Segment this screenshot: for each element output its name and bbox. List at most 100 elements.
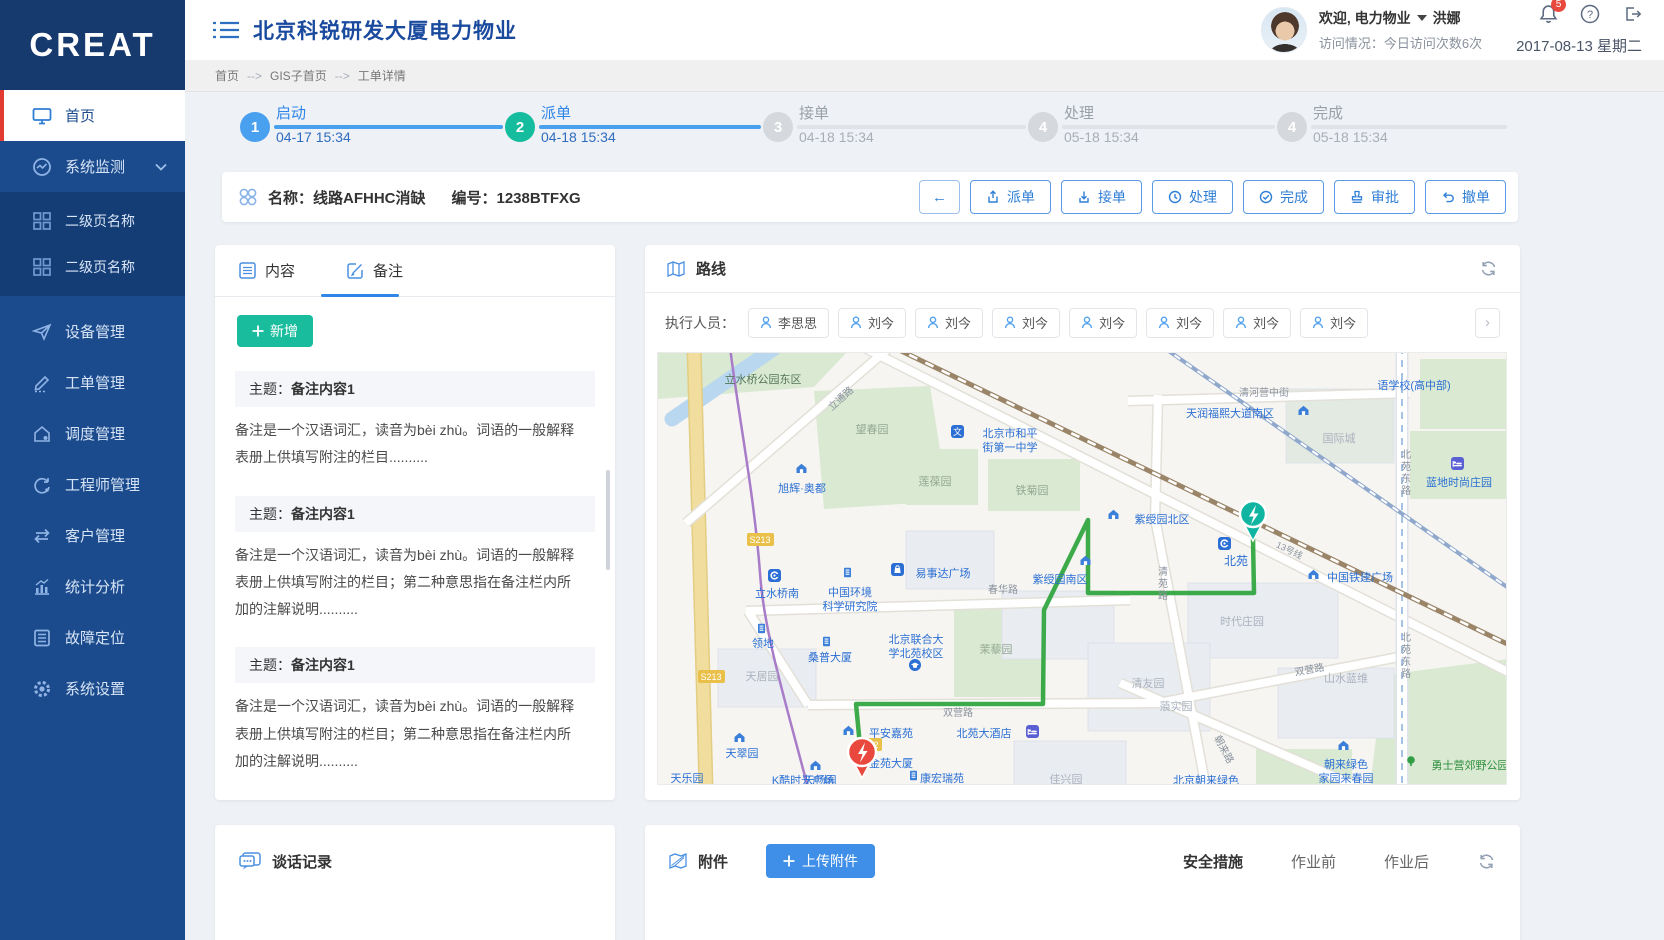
check-circle-icon — [1259, 190, 1273, 204]
executor-chip[interactable]: 刘今 — [1300, 308, 1368, 338]
executor-chip[interactable]: 刘今 — [1223, 308, 1291, 338]
executor-chip[interactable]: 刘今 — [915, 308, 983, 338]
breadcrumb-gis[interactable]: GIS子首页 — [270, 67, 327, 84]
more-executors-button[interactable]: › — [1475, 308, 1500, 338]
executor-chip[interactable]: 李思思 — [748, 308, 829, 338]
visit-info: 访问情况：今日访问次数6次 — [1319, 33, 1482, 52]
sidebar-item-dispatch[interactable]: 调度管理 — [0, 408, 185, 459]
breadcrumb-home[interactable]: 首页 — [215, 67, 239, 84]
breadcrumb: 首页 --> GIS子首页 --> 工单详情 — [185, 60, 1664, 92]
list-icon — [239, 262, 256, 279]
page-title: 北京科锐研发大厦电力物业 — [253, 15, 517, 45]
accept-button[interactable]: 接单 — [1061, 180, 1142, 214]
route-map[interactable]: 文 — [657, 352, 1507, 785]
user-welcome[interactable]: 欢迎, 电力物业 洪娜 访问情况：今日访问次数6次 — [1319, 8, 1482, 52]
sidebar-item-fault-location[interactable]: 故障定位 — [0, 612, 185, 663]
tab-remark[interactable]: 备注 — [347, 260, 403, 281]
svg-text:北: 北 — [1401, 449, 1411, 461]
send-icon — [986, 190, 1000, 204]
notifications-button[interactable]: 5 — [1539, 4, 1558, 29]
executor-chip[interactable]: 刘今 — [1069, 308, 1137, 338]
svg-text:时代庄园: 时代庄园 — [1220, 614, 1264, 628]
person-icon — [1158, 316, 1170, 329]
back-button[interactable]: ← — [919, 180, 960, 214]
svg-text:平安嘉苑: 平安嘉苑 — [869, 726, 913, 740]
note-subject: 主题：备注内容1 — [235, 647, 595, 683]
step-date: 05-18 15:34 — [1313, 129, 1388, 145]
tab-safety-measures[interactable]: 安全措施 — [1183, 851, 1243, 872]
executor-chip[interactable]: 刘今 — [992, 308, 1060, 338]
step-date: 04-18 15:34 — [541, 129, 616, 145]
paper-plane-icon — [32, 322, 52, 342]
pencil-icon — [32, 373, 52, 393]
sidebar-item-statistics[interactable]: 统计分析 — [0, 561, 185, 612]
svg-text:街第一中学: 街第一中学 — [983, 440, 1038, 454]
sync-gear-icon — [32, 475, 52, 495]
logout-icon — [1622, 4, 1642, 24]
handle-button[interactable]: 处理 — [1152, 180, 1233, 214]
svg-text:苑: 苑 — [1401, 460, 1411, 473]
sidebar-item-home[interactable]: 首页 — [0, 90, 185, 141]
sidebar-item-secondary-2[interactable]: 二级页名称 — [0, 244, 185, 290]
scrollbar[interactable] — [606, 470, 610, 570]
refresh-icon[interactable] — [1479, 259, 1498, 278]
sidebar-item-secondary-1[interactable]: 二级页名称 — [0, 198, 185, 244]
revoke-button[interactable]: 撤单 — [1425, 180, 1506, 214]
svg-text:紫绶园北区: 紫绶园北区 — [1135, 513, 1190, 526]
person-icon — [1004, 316, 1016, 329]
help-button[interactable]: ? — [1580, 4, 1600, 29]
step-date: 04-18 15:34 — [799, 129, 874, 145]
svg-text:科学研究院: 科学研究院 — [823, 599, 878, 613]
sidebar-item-settings[interactable]: 系统设置 — [0, 663, 185, 714]
svg-text:北京联合大: 北京联合大 — [889, 632, 944, 646]
svg-text:天乐园: 天乐园 — [671, 772, 704, 785]
stamp-icon — [1350, 190, 1364, 204]
edit-icon — [347, 262, 364, 279]
note-subject: 主题：备注内容1 — [235, 371, 595, 407]
dispatch-button[interactable]: 派单 — [970, 180, 1051, 214]
attachment-panel: 附件 上传附件 安全措施 作业前 作业后 — [645, 825, 1520, 940]
order-header-bar: 名称：线路AFHHC消缺编号：1238BTFXG ← 派单 接单 处理 完成 审… — [222, 172, 1518, 222]
welcome-text: 欢迎, 电力物业 — [1319, 8, 1411, 28]
active-tab-underline — [321, 294, 399, 297]
step-circle-complete: 4 — [1277, 112, 1307, 142]
refresh-icon[interactable] — [1477, 852, 1496, 871]
sidebar-item-workorders[interactable]: 工单管理 — [0, 357, 185, 408]
tab-after-work[interactable]: 作业后 — [1384, 851, 1429, 872]
sidebar-item-customers[interactable]: 客户管理 — [0, 510, 185, 561]
breadcrumb-current: 工单详情 — [358, 67, 406, 84]
sidebar-item-engineers[interactable]: 工程师管理 — [0, 459, 185, 510]
svg-text:蓝地时尚庄园: 蓝地时尚庄园 — [1426, 475, 1492, 489]
svg-text:S213: S213 — [700, 672, 721, 682]
workflow-steps: 1 启动 04-17 15:34 2 派单 04-18 15:34 3 接单 0… — [185, 92, 1664, 164]
complete-button[interactable]: 完成 — [1243, 180, 1324, 214]
document-icon — [32, 628, 52, 648]
add-note-button[interactable]: 新增 — [237, 315, 313, 347]
tab-before-work[interactable]: 作业前 — [1291, 851, 1336, 872]
svg-text:朝来绿色: 朝来绿色 — [1324, 757, 1368, 771]
step-label: 派单 — [541, 102, 571, 123]
svg-text:北苑: 北苑 — [1224, 554, 1248, 568]
executor-chip[interactable]: 刘今 — [838, 308, 906, 338]
sidebar-item-label: 二级页名称 — [65, 211, 135, 231]
logout-button[interactable] — [1622, 4, 1642, 29]
svg-text:东: 东 — [1401, 472, 1411, 485]
menu-toggle-icon[interactable] — [213, 20, 239, 40]
upload-attachment-button[interactable]: 上传附件 — [766, 844, 875, 878]
sidebar-item-monitor[interactable]: 系统监测 — [0, 141, 185, 192]
svg-text:北苑大酒店: 北苑大酒店 — [957, 726, 1012, 740]
svg-text:苑: 苑 — [1158, 577, 1168, 590]
svg-text:领地: 领地 — [752, 637, 774, 650]
step-label: 处理 — [1064, 102, 1094, 123]
sidebar-item-devices[interactable]: 设备管理 — [0, 306, 185, 357]
svg-text:北: 北 — [1401, 632, 1411, 644]
tab-content[interactable]: 内容 — [239, 260, 295, 281]
user-name: 洪娜 — [1433, 8, 1461, 28]
plus-icon — [252, 325, 264, 337]
svg-text:易事达广场: 易事达广场 — [916, 566, 971, 580]
undo-icon — [1441, 190, 1455, 204]
approve-button[interactable]: 审批 — [1334, 180, 1415, 214]
executor-chip[interactable]: 刘今 — [1146, 308, 1214, 338]
avatar[interactable] — [1261, 7, 1307, 53]
sidebar-item-label: 客户管理 — [65, 525, 125, 546]
